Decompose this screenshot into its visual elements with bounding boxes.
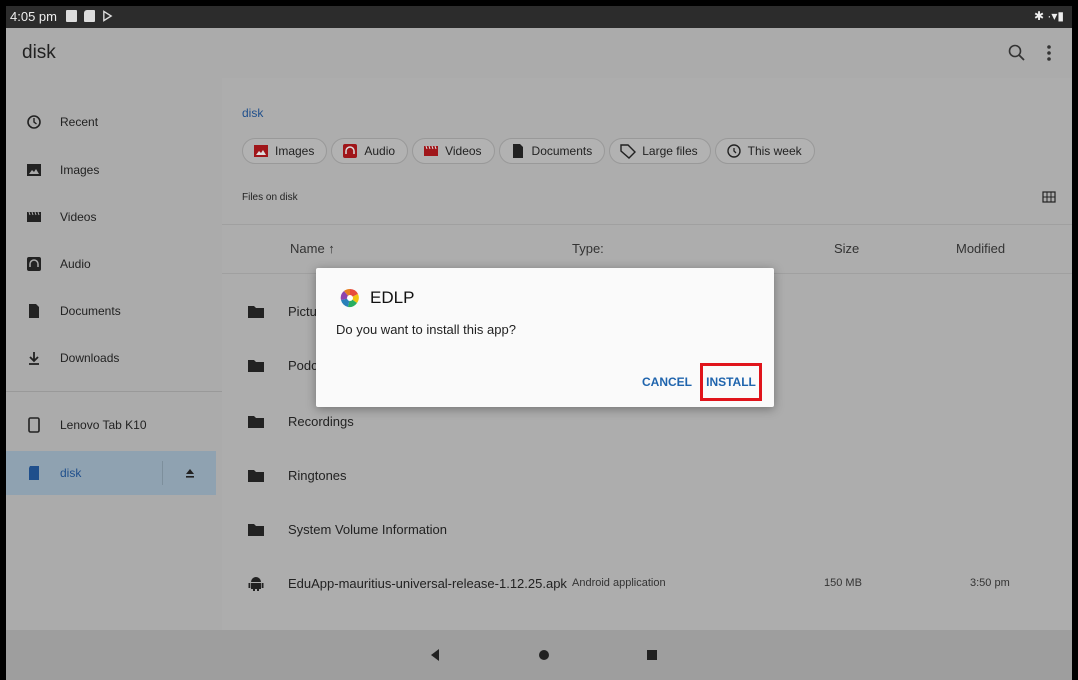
eject-icon[interactable] <box>184 467 196 479</box>
chip-large-files[interactable]: Large files <box>609 138 711 164</box>
chip-label: Documents <box>531 144 593 158</box>
folder-icon <box>248 360 264 372</box>
sidebar: Recent Images Videos Audio Documents Dow… <box>6 78 222 630</box>
sidebar-item-label: Downloads <box>60 351 120 365</box>
status-right-icons: ✱ ·▾▮ <box>1033 9 1064 23</box>
video-icon <box>424 145 439 156</box>
dialog-title: EDLP <box>370 288 415 307</box>
image-icon <box>254 145 268 157</box>
download-icon <box>29 352 39 365</box>
document-icon <box>512 144 523 158</box>
image-icon <box>27 164 41 176</box>
install-dialog: EDLP Do you want to install this app? CA… <box>316 268 774 407</box>
tag-icon <box>620 144 637 159</box>
sidebar-item-documents[interactable]: Documents <box>6 289 222 333</box>
sidebar-item-disk[interactable]: disk <box>6 451 216 495</box>
app-bar: disk <box>6 28 1072 78</box>
home-icon[interactable] <box>534 645 554 665</box>
chip-label: This week <box>747 144 802 158</box>
sidebar-item-label: Recent <box>60 115 99 129</box>
history-icon <box>726 144 741 158</box>
chip-audio[interactable]: Audio <box>331 138 409 164</box>
sidebar-item-label: Documents <box>60 304 121 318</box>
folder-icon <box>248 470 264 482</box>
tablet-icon <box>28 417 40 433</box>
table-header: Name ↑ Type: Size Modified <box>222 224 1072 274</box>
play-store-icon <box>103 10 113 22</box>
sdcard-icon <box>29 466 39 480</box>
video-icon <box>27 211 41 222</box>
sidebar-item-lenovo-tab[interactable]: Lenovo Tab K10 <box>6 403 222 447</box>
audio-icon <box>343 144 358 158</box>
sidebar-item-images[interactable]: Images <box>6 148 222 192</box>
search-icon[interactable] <box>1006 42 1028 64</box>
file-name: EduApp-mauritius-universal-release-1.12.… <box>288 576 567 591</box>
filter-chips: Images Audio Videos Documents Large files Thi… <box>242 138 819 164</box>
chip-label: Videos <box>445 144 482 158</box>
sidebar-item-label: Images <box>60 163 100 177</box>
chip-label: Images <box>275 144 315 158</box>
column-modified[interactable]: Modified <box>956 241 1005 256</box>
file-name: Ringtones <box>288 468 347 483</box>
eject-divider <box>162 461 163 485</box>
sidebar-item-label: Videos <box>60 210 97 224</box>
column-type[interactable]: Type: <box>572 241 604 256</box>
audio-icon <box>27 257 41 271</box>
clock-icon <box>27 115 41 129</box>
sidebar-item-label: Lenovo Tab K10 <box>60 418 147 432</box>
grid-view-icon[interactable] <box>1042 190 1056 204</box>
chip-images[interactable]: Images <box>242 138 328 164</box>
chip-label: Audio <box>364 144 396 158</box>
chip-label: Large files <box>642 144 698 158</box>
chip-videos[interactable]: Videos <box>412 138 495 164</box>
sidebar-item-audio[interactable]: Audio <box>6 242 222 286</box>
file-type: Android application <box>572 577 666 589</box>
sidebar-item-videos[interactable]: Videos <box>6 195 222 239</box>
app-title: disk <box>22 42 56 63</box>
cancel-button[interactable]: CANCEL <box>642 375 692 389</box>
sidebar-item-recent[interactable]: Recent <box>6 100 222 144</box>
table-row[interactable]: EduApp-mauritius-universal-release-1.12.… <box>222 558 1072 610</box>
table-row[interactable]: Ringtones <box>222 450 1072 502</box>
sdcard-notification-icon <box>84 10 95 22</box>
chip-this-week[interactable]: This week <box>714 138 815 164</box>
status-time: 4:05 pm <box>10 9 57 24</box>
column-size[interactable]: Size <box>834 241 859 256</box>
screen: 4:05 pm ✱ ·▾▮ disk Recent Images Videos <box>6 6 1072 680</box>
app-logo-icon <box>340 288 359 308</box>
column-name[interactable]: Name ↑ <box>290 241 335 256</box>
more-options-icon[interactable] <box>1038 42 1060 64</box>
section-label: Files on disk <box>242 192 298 203</box>
file-name: Recordings <box>288 414 354 429</box>
folder-icon <box>248 524 264 536</box>
file-name: System Volume Information <box>288 522 447 537</box>
back-icon[interactable] <box>426 645 446 665</box>
sidebar-item-label: disk <box>60 466 82 480</box>
sidebar-divider <box>6 391 222 392</box>
android-icon <box>248 577 264 591</box>
status-bar: 4:05 pm ✱ ·▾▮ <box>6 6 1072 28</box>
table-row[interactable]: System Volume Information <box>222 504 1072 556</box>
dialog-message: Do you want to install this app? <box>336 322 516 337</box>
install-button[interactable]: INSTALL <box>700 363 762 401</box>
breadcrumb[interactable]: disk <box>242 106 263 120</box>
document-icon <box>29 304 39 318</box>
sidebar-item-label: Audio <box>60 257 91 271</box>
chip-documents[interactable]: Documents <box>498 138 606 164</box>
folder-icon <box>248 306 264 318</box>
folder-icon <box>248 416 264 428</box>
file-size: 150 MB <box>824 577 862 589</box>
file-modified: 3:50 pm <box>970 577 1010 589</box>
recents-icon[interactable] <box>642 645 662 665</box>
image-notification-icon <box>66 10 77 22</box>
sidebar-item-downloads[interactable]: Downloads <box>6 336 222 380</box>
navigation-bar <box>6 630 1072 680</box>
